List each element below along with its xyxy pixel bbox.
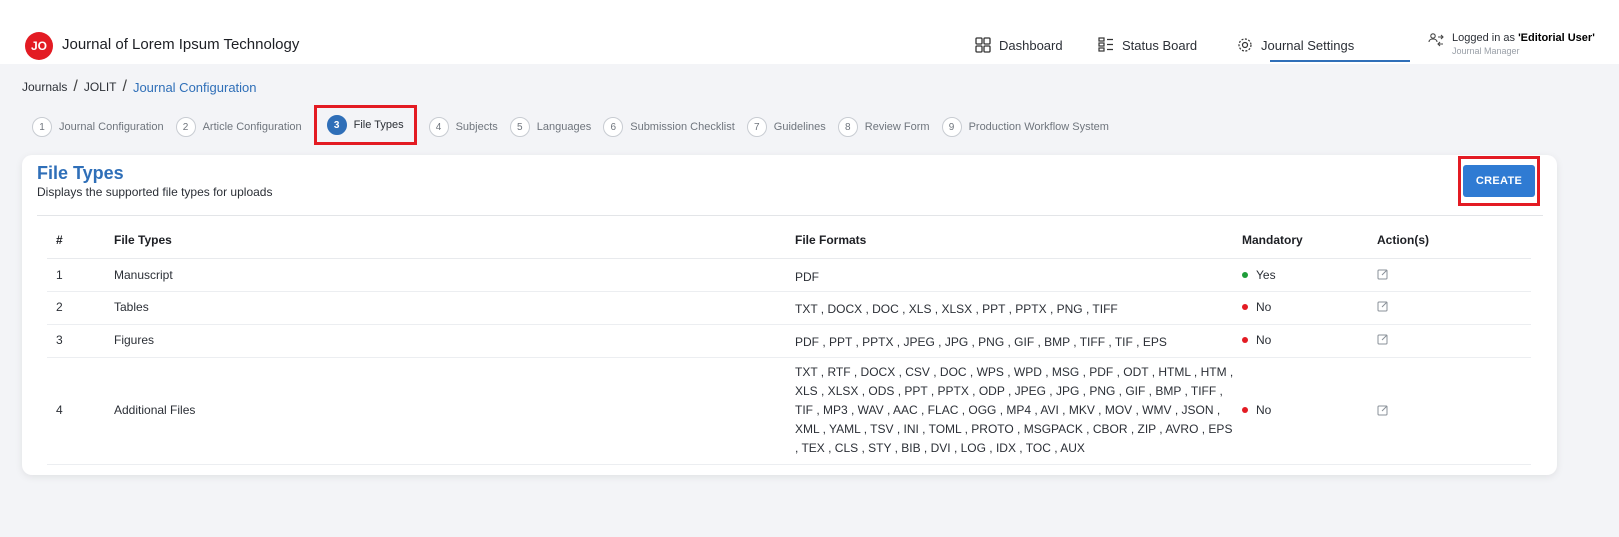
user-name: 'Editorial User' xyxy=(1518,32,1595,44)
row-type: Additional Files xyxy=(114,403,196,417)
step-label: Submission Checklist xyxy=(630,121,735,133)
step-number: 6 xyxy=(603,117,624,137)
step-label: Production Workflow System xyxy=(968,121,1109,133)
row-formats: TXT , DOCX , DOC , XLS , XLSX , PPT , PP… xyxy=(795,302,1118,316)
nav-journal-settings[interactable]: Journal Settings xyxy=(1237,30,1354,60)
header-file-formats: File Formats xyxy=(795,233,867,247)
step-subjects[interactable]: 4 Subjects xyxy=(428,117,498,137)
step-label: Journal Configuration xyxy=(59,121,164,133)
mandatory-value: Yes xyxy=(1256,268,1276,282)
row-mandatory: No xyxy=(1242,300,1271,314)
journal-logo[interactable]: JO xyxy=(25,32,53,60)
step-languages[interactable]: 5 Languages xyxy=(509,117,592,137)
step-journal-configuration[interactable]: 1 Journal Configuration xyxy=(32,117,164,137)
app-title[interactable]: Journal of Lorem Ipsum Technology xyxy=(62,36,299,53)
table-row: 1 Manuscript PDF Yes xyxy=(47,260,1531,292)
card-subtitle: Displays the supported file types for up… xyxy=(37,185,273,199)
row-num: 4 xyxy=(56,403,63,417)
row-num: 1 xyxy=(56,268,63,282)
row-type: Tables xyxy=(114,300,149,314)
create-button-highlight: CREATE xyxy=(1458,156,1540,206)
row-formats: PDF , PPT , PPTX , JPEG , JPG , PNG , GI… xyxy=(795,335,1167,349)
edit-icon[interactable] xyxy=(1377,404,1389,419)
breadcrumb-separator: / xyxy=(73,78,78,95)
step-number: 1 xyxy=(32,117,52,137)
nav-status-board[interactable]: Status Board xyxy=(1098,30,1197,60)
header-file-types: File Types xyxy=(114,233,172,247)
breadcrumb-current: Journal Configuration xyxy=(132,79,257,95)
step-label: File Types xyxy=(353,119,404,131)
user-switch-icon xyxy=(1428,33,1444,47)
step-article-configuration[interactable]: 2 Article Configuration xyxy=(175,117,302,137)
nav-dashboard-label: Dashboard xyxy=(999,37,1063,53)
file-types-card: File Types Displays the supported file t… xyxy=(22,155,1557,475)
step-number: 9 xyxy=(941,117,962,137)
row-formats: TXT , RTF , DOCX , CSV , DOC , WPS , WPD… xyxy=(795,365,1234,455)
row-mandatory: No xyxy=(1242,333,1271,347)
step-label: Article Configuration xyxy=(202,121,302,133)
status-dot xyxy=(1242,272,1248,278)
breadcrumb: Journals / JOLIT / Journal Configuration xyxy=(22,78,257,96)
create-button[interactable]: CREATE xyxy=(1463,165,1535,197)
row-num: 2 xyxy=(56,300,63,314)
logged-in-text: Logged in as 'Editorial User' xyxy=(1452,32,1595,44)
breadcrumb-journals[interactable]: Journals xyxy=(22,80,67,94)
step-number: 4 xyxy=(428,117,449,137)
config-steps: 1 Journal Configuration 2 Article Configur… xyxy=(32,105,1121,145)
table-row: 2 Tables TXT , DOCX , DOC , XLS , XLSX ,… xyxy=(47,292,1531,325)
step-label: Guidelines xyxy=(773,121,826,133)
edit-icon[interactable] xyxy=(1377,300,1389,315)
gear-icon xyxy=(1238,38,1252,52)
active-nav-indicator xyxy=(1270,60,1410,62)
step-guidelines[interactable]: 7 Guidelines xyxy=(746,117,826,137)
header-actions: Action(s) xyxy=(1377,233,1429,247)
row-formats: PDF xyxy=(795,270,819,284)
step-label: Review Form xyxy=(864,121,930,133)
row-num: 3 xyxy=(56,333,63,347)
mandatory-value: No xyxy=(1256,403,1272,417)
nav-dashboard[interactable]: Dashboard xyxy=(975,30,1063,60)
card-divider xyxy=(37,215,1543,216)
step-file-types[interactable]: 3 File Types xyxy=(313,105,417,145)
logged-in-prefix: Logged in as xyxy=(1452,32,1515,44)
row-mandatory: No xyxy=(1242,403,1271,417)
step-number: 2 xyxy=(175,117,196,137)
step-number: 5 xyxy=(509,117,530,137)
step-submission-checklist[interactable]: 6 Submission Checklist xyxy=(603,117,735,137)
edit-icon[interactable] xyxy=(1377,268,1389,283)
top-header: JO Journal of Lorem Ipsum Technology Das… xyxy=(0,0,1619,64)
step-number: 8 xyxy=(837,117,858,137)
table-row: 4 Additional Files TXT , RTF , DOCX , CS… xyxy=(47,358,1531,465)
edit-icon[interactable] xyxy=(1377,333,1389,348)
status-dot xyxy=(1242,337,1248,343)
grid-icon xyxy=(975,37,991,53)
nav-status-board-label: Status Board xyxy=(1122,37,1198,53)
mandatory-value: No xyxy=(1256,333,1272,347)
step-production-workflow[interactable]: 9 Production Workflow System xyxy=(941,117,1109,137)
header-num: # xyxy=(56,233,63,247)
table-header: # File Types File Formats Mandatory Acti… xyxy=(47,233,1531,259)
row-type: Figures xyxy=(114,333,155,347)
user-role: Journal Manager xyxy=(1452,46,1520,56)
step-review-form[interactable]: 8 Review Form xyxy=(837,117,930,137)
board-icon xyxy=(1098,37,1113,52)
card-title: File Types xyxy=(37,163,124,183)
row-type: Manuscript xyxy=(114,268,173,282)
step-number: 7 xyxy=(746,117,767,137)
status-dot xyxy=(1242,304,1248,310)
user-menu[interactable]: Logged in as 'Editorial User' Journal Ma… xyxy=(1428,32,1595,56)
step-number: 3 xyxy=(326,115,347,135)
breadcrumb-jolit[interactable]: JOLIT xyxy=(84,80,117,94)
row-mandatory: Yes xyxy=(1242,268,1276,282)
table-row: 3 Figures PDF , PPT , PPTX , JPEG , JPG … xyxy=(47,325,1531,358)
mandatory-value: No xyxy=(1256,300,1272,314)
breadcrumb-separator: / xyxy=(122,78,127,95)
nav-journal-settings-label: Journal Settings xyxy=(1261,37,1355,53)
header-mandatory: Mandatory xyxy=(1242,233,1303,247)
step-label: Subjects xyxy=(455,121,498,133)
step-label: Languages xyxy=(536,121,592,133)
status-dot xyxy=(1242,407,1248,413)
